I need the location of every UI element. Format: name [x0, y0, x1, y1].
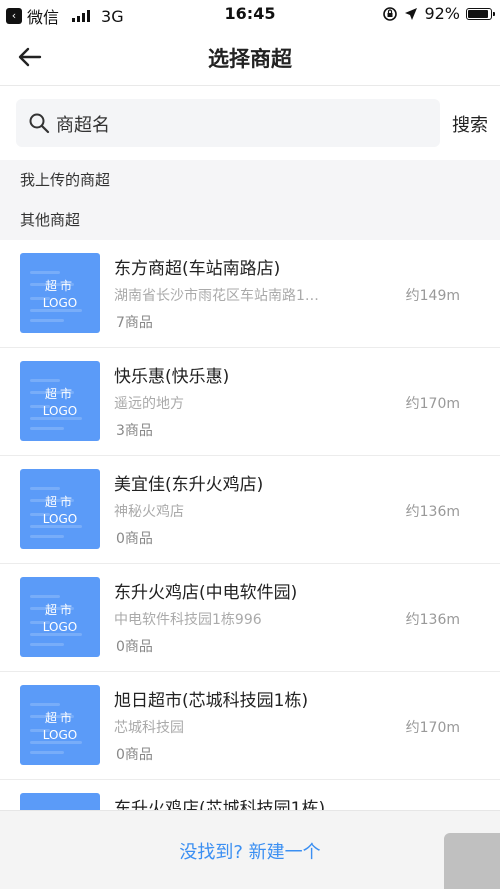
search-button[interactable]: 搜索	[452, 111, 488, 137]
logo-line2: LOGO	[42, 404, 78, 418]
store-list-item[interactable]: 超市 LOGO 东方商超(车站南路店) 湖南省长沙市雨花区车站南路1… 7商品 约149m	[0, 240, 500, 348]
store-product-count: 7商品	[116, 315, 153, 331]
store-distance: 约149m	[405, 288, 460, 304]
store-product-count: 0商品	[116, 747, 153, 763]
logo-stripe	[30, 703, 60, 706]
battery-fill	[468, 9, 489, 18]
store-name: 东升火鸡店(中电软件园)	[114, 583, 298, 603]
logo-stripe	[30, 535, 64, 538]
store-list-item[interactable]: 超市 LOGO 旭日超市(芯城科技园1栋) 芯城科技园 0商品 约170m	[0, 672, 500, 780]
logo-stripe	[30, 487, 60, 490]
logo-stripe	[30, 595, 60, 598]
logo-line1: 超市	[44, 387, 75, 401]
store-list-item[interactable]: 超市 LOGO 快乐惠(快乐惠) 遥远的地方 3商品 约170m	[0, 348, 500, 456]
store-product-count: 0商品	[116, 531, 153, 547]
section-my-uploads[interactable]: 我上传的商超	[0, 160, 500, 200]
store-list-item[interactable]: 超市 LOGO 东升火鸡店(中电软件园) 中电软件科技园1栋996 0商品 约136m	[0, 564, 500, 672]
search-row: 商超名 搜索	[0, 87, 500, 159]
location-arrow-icon	[405, 7, 418, 20]
store-address: 中电软件科技园1栋996	[114, 612, 262, 628]
store-distance: 约136m	[405, 504, 460, 520]
search-icon	[29, 113, 50, 134]
status-bar: ‹ 微信 3G 16:45 92%	[0, 0, 500, 28]
store-logo: 超市 LOGO	[20, 253, 100, 333]
logo-line2: LOGO	[42, 296, 78, 310]
logo-stripe	[30, 427, 64, 430]
battery-icon	[466, 7, 495, 20]
orientation-lock-icon	[383, 6, 398, 21]
logo-line1: 超市	[44, 603, 75, 617]
search-input[interactable]: 商超名	[16, 99, 440, 147]
status-right: 92%	[382, 4, 495, 23]
store-name: 快乐惠(快乐惠)	[114, 367, 230, 387]
section-other-stores: 其他商超	[0, 200, 500, 240]
store-name: 美宜佳(东升火鸡店)	[114, 475, 264, 495]
store-list-item[interactable]: 超市 LOGO 美宜佳(东升火鸡店) 神秘火鸡店 0商品 约136m	[0, 456, 500, 564]
store-logo: 超市 LOGO	[20, 577, 100, 657]
store-address: 芯城科技园	[114, 720, 184, 736]
store-name: 东升火鸡店(芯城科技园1栋)	[114, 799, 326, 810]
battery-percent: 92%	[424, 4, 460, 23]
logo-line1: 超市	[44, 495, 75, 509]
create-store-link[interactable]: 没找到? 新建一个	[0, 838, 500, 864]
store-logo: 超市 LOGO	[20, 685, 100, 765]
bottom-bar: 没找到? 新建一个	[0, 810, 500, 889]
logo-stripe	[30, 271, 60, 274]
store-distance: 约136m	[405, 612, 460, 628]
store-distance: 约170m	[405, 396, 460, 412]
store-product-count: 3商品	[116, 423, 153, 439]
store-logo: 超市 LOGO	[20, 469, 100, 549]
nav-bar: 选择商超	[0, 28, 500, 86]
logo-line2: LOGO	[42, 620, 78, 634]
logo-line2: LOGO	[42, 512, 78, 526]
logo-line1: 超市	[44, 711, 75, 725]
store-logo: 超市 LOGO	[20, 361, 100, 441]
logo-stripe	[30, 379, 60, 382]
store-distance: 约170m	[405, 720, 460, 736]
store-address: 遥远的地方	[114, 396, 184, 412]
page-title: 选择商超	[208, 47, 292, 71]
logo-stripe	[30, 319, 64, 322]
search-placeholder: 商超名	[56, 115, 110, 136]
watermark-logo	[444, 833, 500, 889]
store-address: 神秘火鸡店	[114, 504, 184, 520]
store-name: 东方商超(车站南路店)	[114, 259, 281, 279]
logo-line1: 超市	[44, 279, 75, 293]
store-list-item[interactable]: 超市LOGO 东升火鸡店(芯城科技园1栋)	[0, 780, 500, 810]
store-list[interactable]: 超市 LOGO 东方商超(车站南路店) 湖南省长沙市雨花区车站南路1… 7商品 约149m…	[0, 240, 500, 810]
logo-line2: LOGO	[42, 728, 78, 742]
store-product-count: 0商品	[116, 639, 153, 655]
store-address: 湖南省长沙市雨花区车站南路1…	[114, 288, 319, 304]
store-name: 旭日超市(芯城科技园1栋)	[114, 691, 309, 711]
logo-stripe	[30, 643, 64, 646]
store-logo: 超市LOGO	[20, 793, 100, 810]
logo-stripe	[30, 751, 64, 754]
